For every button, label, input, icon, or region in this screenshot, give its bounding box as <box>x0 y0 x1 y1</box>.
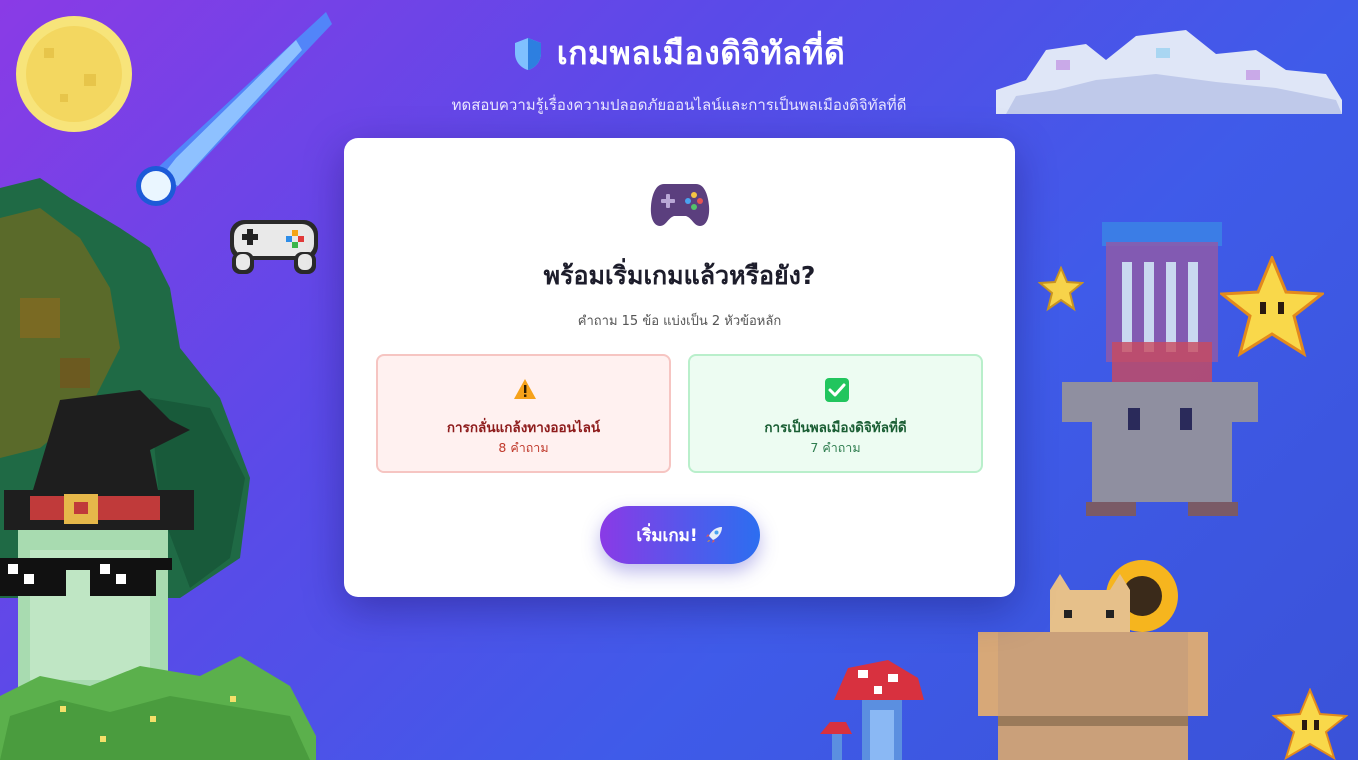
game-controller-icon <box>650 180 710 228</box>
pixel-ghost-witch-decoration <box>0 390 200 690</box>
page-header: เกมพลเมืองดิจิทัลที่ดี ทดสอบความรู้เรื่อ… <box>0 28 1358 117</box>
warning-icon <box>513 378 537 400</box>
page-subtitle: ทดสอบความรู้เรื่องความปลอดภัยออนไลน์และก… <box>451 96 907 114</box>
pixel-bottom-star-decoration <box>1272 688 1348 760</box>
page-title: เกมพลเมืองดิจิทัลที่ดี <box>513 28 846 79</box>
pixel-bush-decoration <box>0 656 316 760</box>
page-title-text: เกมพลเมืองดิจิทัลที่ดี <box>556 34 846 72</box>
topic-card-digital-citizenship: การเป็นพลเมืองดิจิทัลที่ดี 7 คำถาม <box>688 354 983 473</box>
topic-question-count: 8 คำถาม <box>498 440 549 455</box>
start-game-button[interactable]: เริ่มเกม! <box>600 506 760 564</box>
rocket-icon <box>704 525 724 545</box>
checkmark-icon <box>825 378 849 402</box>
pixel-mushroom-decoration <box>818 660 928 760</box>
shield-icon <box>513 37 543 71</box>
topic-name: การเป็นพลเมืองดิจิทัลที่ดี <box>764 420 907 436</box>
pixel-big-star-decoration <box>1220 256 1324 360</box>
topic-card-cyberbullying: การกลั่นแกล้งทางออนไลน์ 8 คำถาม <box>376 354 671 473</box>
topic-name: การกลั่นแกล้งทางออนไลน์ <box>446 420 601 436</box>
topic-question-count: 7 คำถาม <box>810 440 861 455</box>
start-game-label: เริ่มเกม! <box>636 525 698 546</box>
start-card: พร้อมเริ่มเกมแล้วหรือยัง? คำถาม 15 ข้อ แ… <box>344 138 1015 597</box>
card-subtitle: คำถาม 15 ข้อ แบ่งเป็น 2 หัวข้อหลัก <box>577 314 782 329</box>
card-title: พร้อมเริ่มเกมแล้วหรือยัง? <box>543 261 816 290</box>
